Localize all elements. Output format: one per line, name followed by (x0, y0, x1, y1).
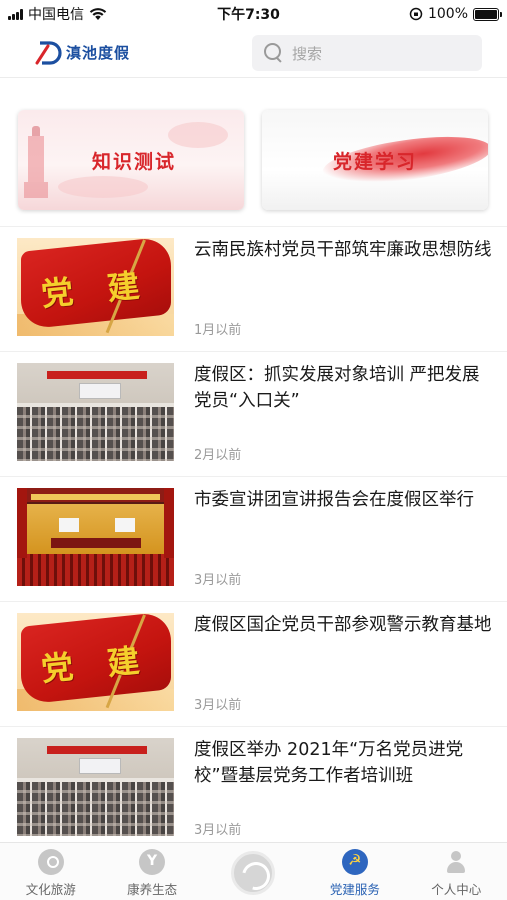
party-flag-thumbnail: 党 建 (17, 238, 174, 336)
signal-icon (8, 8, 23, 20)
news-time: 3月以前 (194, 823, 242, 838)
tab-party-service[interactable]: 党建服务 (304, 843, 405, 900)
news-time: 3月以前 (194, 698, 242, 713)
news-title: 度假区举办 2021年“万名党员进党校”暨基层党务工作者培训班 (194, 740, 464, 786)
thumb-text-left: 党 (39, 272, 76, 314)
lecture-hall-thumbnail (17, 488, 174, 586)
tab-personal-center[interactable]: 个人中心 (406, 843, 507, 900)
news-time: 1月以前 (194, 323, 242, 338)
tab-home[interactable] (203, 843, 304, 900)
news-title: 市委宣讲团宣讲报告会在度假区举行 (194, 490, 474, 510)
logo-text: 滇池度假 (66, 44, 131, 62)
carrier-label: 中国电信 (28, 7, 84, 23)
thumb-text-right: 建 (105, 266, 142, 308)
tab-label: 党建服务 (329, 882, 380, 897)
news-title: 度假区国企党员干部参观警示教育基地 (194, 615, 492, 635)
search-input[interactable]: 搜索 (252, 35, 482, 71)
home-logo-icon (231, 851, 276, 895)
party-emblem-icon (341, 849, 368, 875)
status-bar: 中国电信 下午7:30 100% (0, 0, 507, 28)
thumb-text-left: 党 (39, 647, 76, 689)
user-icon (443, 849, 469, 875)
party-flag-thumbnail: 党 建 (17, 613, 174, 711)
news-item[interactable]: 市委宣讲团宣讲报告会在度假区举行 3月以前 (0, 476, 507, 601)
leaf-icon (139, 849, 166, 875)
status-time: 下午7:30 (217, 7, 280, 23)
quick-cards: 知识测试 党建学习 (0, 100, 507, 220)
tab-culture-tourism[interactable]: 文化旅游 (0, 843, 101, 900)
battery-icon (473, 7, 502, 21)
news-time: 3月以前 (194, 573, 242, 588)
status-right: 100% (329, 6, 502, 22)
app-logo[interactable]: 滇池度假 (34, 38, 244, 68)
training-meeting-thumbnail (17, 363, 174, 461)
search-icon (264, 43, 284, 63)
party-study-label: 党建学习 (332, 150, 417, 173)
battery-percent: 100% (427, 6, 468, 22)
tab-label: 个人中心 (431, 882, 482, 897)
news-time: 2月以前 (194, 448, 242, 463)
tab-wellness-ecology[interactable]: 康养生态 (101, 843, 202, 900)
monument-icon (24, 126, 48, 198)
tab-label: 文化旅游 (25, 882, 76, 897)
news-item[interactable]: 度假区举办 2021年“万名党员进党校”暨基层党务工作者培训班 3月以前 (0, 726, 507, 851)
search-placeholder: 搜索 (292, 44, 323, 63)
news-title: 度假区：抓实发展对象培训 严把发展党员“入口关” (194, 365, 480, 411)
knowledge-quiz-label: 知识测试 (91, 150, 176, 173)
knowledge-quiz-card[interactable]: 知识测试 (18, 110, 244, 210)
dianchi-logo-icon (35, 40, 62, 65)
party-study-card[interactable]: 党建学习 (262, 110, 488, 210)
thumb-text-right: 建 (105, 641, 142, 683)
news-title: 云南民族村党员干部筑牢廉政思想防线 (194, 240, 492, 260)
app-header: 滇池度假 搜索 (0, 28, 507, 78)
news-item[interactable]: 党 建 云南民族村党员干部筑牢廉政思想防线 1月以前 (0, 226, 507, 351)
news-item[interactable]: 党 建 度假区国企党员干部参观警示教育基地 3月以前 (0, 601, 507, 726)
wifi-icon (89, 7, 107, 20)
orientation-lock-icon (409, 7, 423, 21)
bottom-tab-bar: 文化旅游 康养生态 党建服务 个人中心 (0, 842, 507, 900)
news-item[interactable]: 度假区：抓实发展对象培训 严把发展党员“入口关” 2月以前 (0, 351, 507, 476)
training-class-thumbnail (17, 738, 174, 836)
status-left: 中国电信 (8, 4, 178, 24)
location-icon (37, 849, 64, 875)
news-list: 党 建 云南民族村党员干部筑牢廉政思想防线 1月以前 度假区：抓实发展对象培训 … (0, 226, 507, 851)
tab-label: 康养生态 (127, 882, 178, 897)
